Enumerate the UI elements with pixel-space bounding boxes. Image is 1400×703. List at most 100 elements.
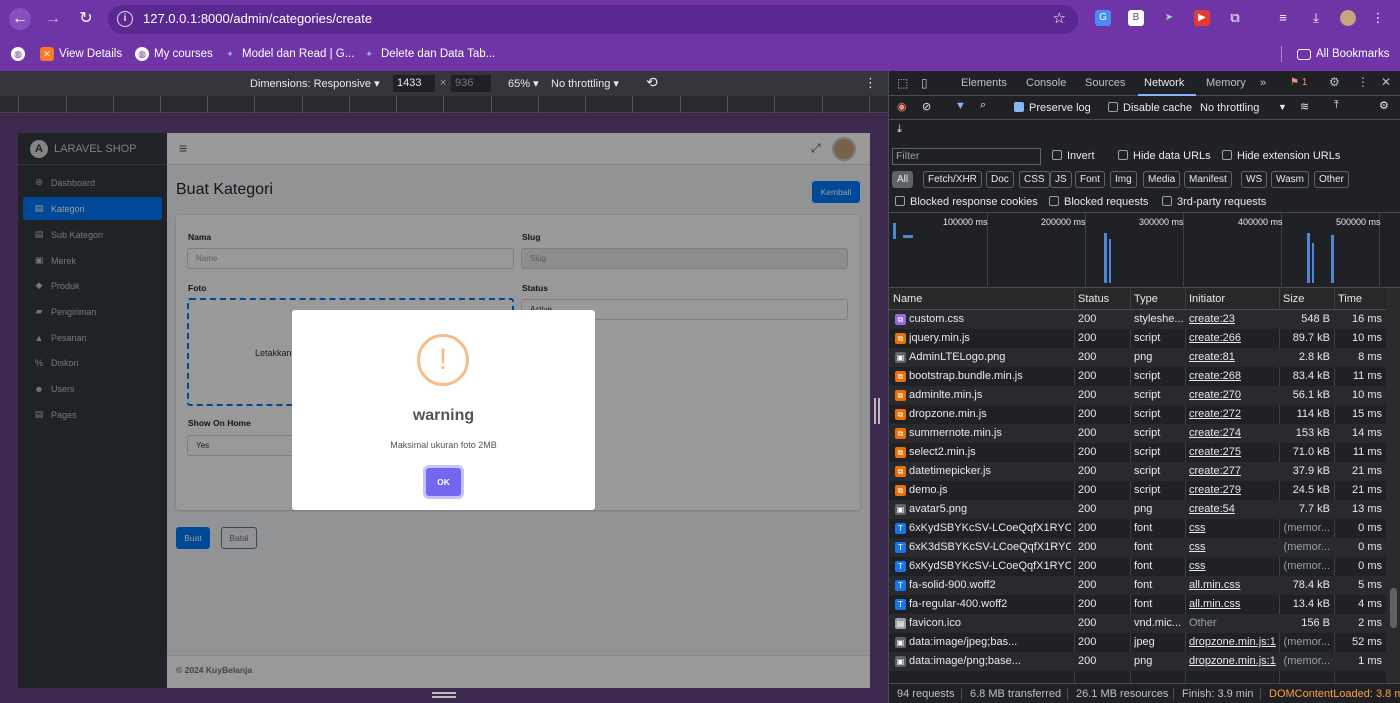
bookmark-globe-icon[interactable]: ◍ bbox=[11, 45, 25, 63]
all-bookmarks[interactable]: All Bookmarks bbox=[1297, 45, 1390, 63]
request-initiator[interactable]: create:266 bbox=[1189, 332, 1277, 344]
scroll-thumb[interactable] bbox=[1390, 588, 1397, 628]
request-name[interactable]: 6xKydSBYKcSV-LCoeQqfX1RYO... bbox=[909, 560, 1071, 572]
height-input[interactable]: 936 bbox=[451, 75, 491, 92]
network-row[interactable]: ⧉ summernote.min.js 200 script create:274 153… bbox=[889, 424, 1386, 443]
request-initiator[interactable]: create:54 bbox=[1189, 503, 1277, 515]
cursor-ext-icon[interactable]: ➤ bbox=[1161, 10, 1177, 26]
request-initiator[interactable]: create:279 bbox=[1189, 484, 1277, 496]
extensions-puzzle-icon[interactable]: ⧉ bbox=[1227, 10, 1243, 26]
chip-css[interactable]: CSS bbox=[1019, 171, 1050, 188]
request-initiator[interactable]: create:268 bbox=[1189, 370, 1277, 382]
settings-gear-icon[interactable]: ⚙ bbox=[1329, 75, 1340, 89]
chip-other[interactable]: Other bbox=[1314, 171, 1350, 188]
filter-icon[interactable]: ▼ bbox=[955, 100, 966, 112]
network-overview[interactable]: 100000 ms 200000 ms 300000 ms 400000 ms … bbox=[889, 213, 1400, 288]
address-bar[interactable]: i 127.0.0.1:8000/admin/categories/create… bbox=[108, 5, 1078, 34]
request-name[interactable]: AdminLTELogo.png bbox=[909, 351, 1071, 363]
request-name[interactable]: select2.min.js bbox=[909, 446, 1071, 458]
network-row[interactable]: ⧉ dropzone.min.js 200 script create:272 114 k… bbox=[889, 405, 1386, 424]
col-time[interactable]: Time bbox=[1338, 293, 1362, 305]
preserve-log-checkbox[interactable]: Preserve log bbox=[1014, 102, 1091, 114]
bookmark-0[interactable]: ✕ View Details bbox=[40, 45, 122, 63]
chip-fetch-xhr[interactable]: Fetch/XHR bbox=[923, 171, 982, 188]
request-initiator[interactable]: all.min.css bbox=[1189, 598, 1277, 610]
hide-data-urls-checkbox[interactable]: Hide data URLs bbox=[1118, 150, 1211, 162]
request-initiator[interactable]: css bbox=[1189, 522, 1277, 534]
menu-kebab-icon[interactable]: ⋮ bbox=[1370, 10, 1386, 26]
ok-button[interactable]: OK bbox=[423, 465, 464, 499]
request-name[interactable]: dropzone.min.js bbox=[909, 408, 1071, 420]
device-toggle-icon[interactable]: ▯ bbox=[921, 76, 928, 90]
invert-checkbox[interactable]: Invert bbox=[1052, 150, 1095, 162]
request-name[interactable]: avatar5.png bbox=[909, 503, 1071, 515]
request-initiator[interactable]: dropzone.min.js:1 bbox=[1189, 636, 1277, 648]
chip-ws[interactable]: WS bbox=[1241, 171, 1268, 188]
search-icon[interactable]: ⌕ bbox=[980, 99, 986, 112]
chip-js[interactable]: JS bbox=[1050, 171, 1072, 188]
network-row[interactable]: ▣ data:image/jpeg;bas... 200 jpeg dropzone.m… bbox=[889, 633, 1386, 652]
more-tabs-icon[interactable]: » bbox=[1260, 77, 1266, 89]
filter-input[interactable]: Filter bbox=[892, 148, 1041, 165]
disable-cache-checkbox[interactable]: Disable cache bbox=[1108, 102, 1192, 114]
request-name[interactable]: favicon.ico bbox=[909, 617, 1071, 629]
download-icon[interactable]: ⤓ bbox=[1308, 10, 1324, 26]
chip-manifest[interactable]: Manifest bbox=[1184, 171, 1232, 188]
zoom-select[interactable]: 65% ▾ bbox=[508, 77, 539, 90]
network-conditions-icon[interactable]: ≋ bbox=[1300, 100, 1309, 113]
rotate-icon[interactable]: ⟲ bbox=[646, 74, 658, 91]
network-row[interactable]: ⧉ jquery.min.js 200 script create:266 89.7 kB… bbox=[889, 329, 1386, 348]
request-name[interactable]: fa-regular-400.woff2 bbox=[909, 598, 1071, 610]
col-name[interactable]: Name bbox=[893, 293, 922, 305]
col-status[interactable]: Status bbox=[1078, 293, 1109, 305]
request-name[interactable]: data:image/png;base... bbox=[909, 655, 1071, 667]
chip-doc[interactable]: Doc bbox=[986, 171, 1014, 188]
ext-b-icon[interactable]: B bbox=[1128, 10, 1144, 26]
request-initiator[interactable]: css bbox=[1189, 541, 1277, 553]
network-row[interactable]: ⧉ custom.css 200 styleshe... create:23 548 B 1… bbox=[889, 310, 1386, 329]
network-settings-icon[interactable]: ⚙ bbox=[1379, 99, 1389, 112]
chip-all[interactable]: All bbox=[892, 171, 914, 188]
request-initiator[interactable]: create:270 bbox=[1189, 389, 1277, 401]
resize-handle-right[interactable] bbox=[872, 398, 882, 424]
request-initiator[interactable]: create:274 bbox=[1189, 427, 1277, 439]
chip-img[interactable]: Img bbox=[1110, 171, 1137, 188]
col-initiator[interactable]: Initiator bbox=[1189, 293, 1225, 305]
request-name[interactable]: fa-solid-900.woff2 bbox=[909, 579, 1071, 591]
network-row[interactable]: Tfa-regular-400.woff2 200 font all.min.css 1… bbox=[889, 595, 1386, 614]
export-har-icon[interactable]: ⤓ bbox=[897, 123, 902, 136]
device-menu-icon[interactable]: ⋮ bbox=[864, 75, 877, 91]
network-row[interactable]: ▤ favicon.ico 200 vnd.mic... Other 156 B 2 ms bbox=[889, 614, 1386, 633]
tab-sources[interactable]: Sources bbox=[1085, 77, 1125, 89]
tab-elements[interactable]: Elements bbox=[961, 77, 1007, 89]
issues-icon[interactable]: ⚑ 1 bbox=[1290, 77, 1307, 88]
blocked-requests-checkbox[interactable]: Blocked requests bbox=[1049, 196, 1148, 208]
request-initiator[interactable]: create:277 bbox=[1189, 465, 1277, 477]
network-row[interactable]: ⧉ datetimepicker.js 200 script create:277 37.… bbox=[889, 462, 1386, 481]
col-size[interactable]: Size bbox=[1283, 293, 1304, 305]
request-name[interactable]: custom.css bbox=[909, 313, 1071, 325]
inspect-icon[interactable]: ⬚ bbox=[897, 76, 908, 90]
request-initiator[interactable]: create:272 bbox=[1189, 408, 1277, 420]
network-row[interactable]: ⧉ bootstrap.bundle.min.js 200 script create:… bbox=[889, 367, 1386, 386]
request-name[interactable]: summernote.min.js bbox=[909, 427, 1071, 439]
ext-red-icon[interactable]: ▶ bbox=[1194, 10, 1210, 26]
request-initiator[interactable]: create:23 bbox=[1189, 313, 1277, 325]
forward-icon[interactable]: → bbox=[42, 8, 64, 30]
request-initiator[interactable]: dropzone.min.js:1 bbox=[1189, 655, 1277, 667]
dimensions-select[interactable]: Dimensions: Responsive ▾ bbox=[250, 77, 380, 90]
network-scrollbar[interactable] bbox=[1386, 288, 1400, 683]
bookmark-star-icon[interactable]: ☆ bbox=[1053, 9, 1066, 27]
record-icon[interactable]: ◉ bbox=[897, 100, 907, 113]
request-name[interactable]: 6xK3dSBYKcSV-LCoeQqfX1RYO... bbox=[909, 541, 1071, 553]
network-row[interactable]: ⧉ select2.min.js 200 script create:275 71.0 k… bbox=[889, 443, 1386, 462]
request-name[interactable]: datetimepicker.js bbox=[909, 465, 1071, 477]
throttle-select[interactable]: No throttling ▾ bbox=[551, 77, 619, 90]
request-name[interactable]: adminlte.min.js bbox=[909, 389, 1071, 401]
request-initiator[interactable]: all.min.css bbox=[1189, 579, 1277, 591]
request-initiator[interactable]: create:81 bbox=[1189, 351, 1277, 363]
translate-ext-icon[interactable]: G bbox=[1095, 10, 1111, 26]
throttling-select[interactable]: No throttling bbox=[1200, 102, 1259, 114]
request-initiator[interactable]: Other bbox=[1189, 617, 1277, 629]
close-icon[interactable]: ✕ bbox=[1381, 75, 1391, 89]
